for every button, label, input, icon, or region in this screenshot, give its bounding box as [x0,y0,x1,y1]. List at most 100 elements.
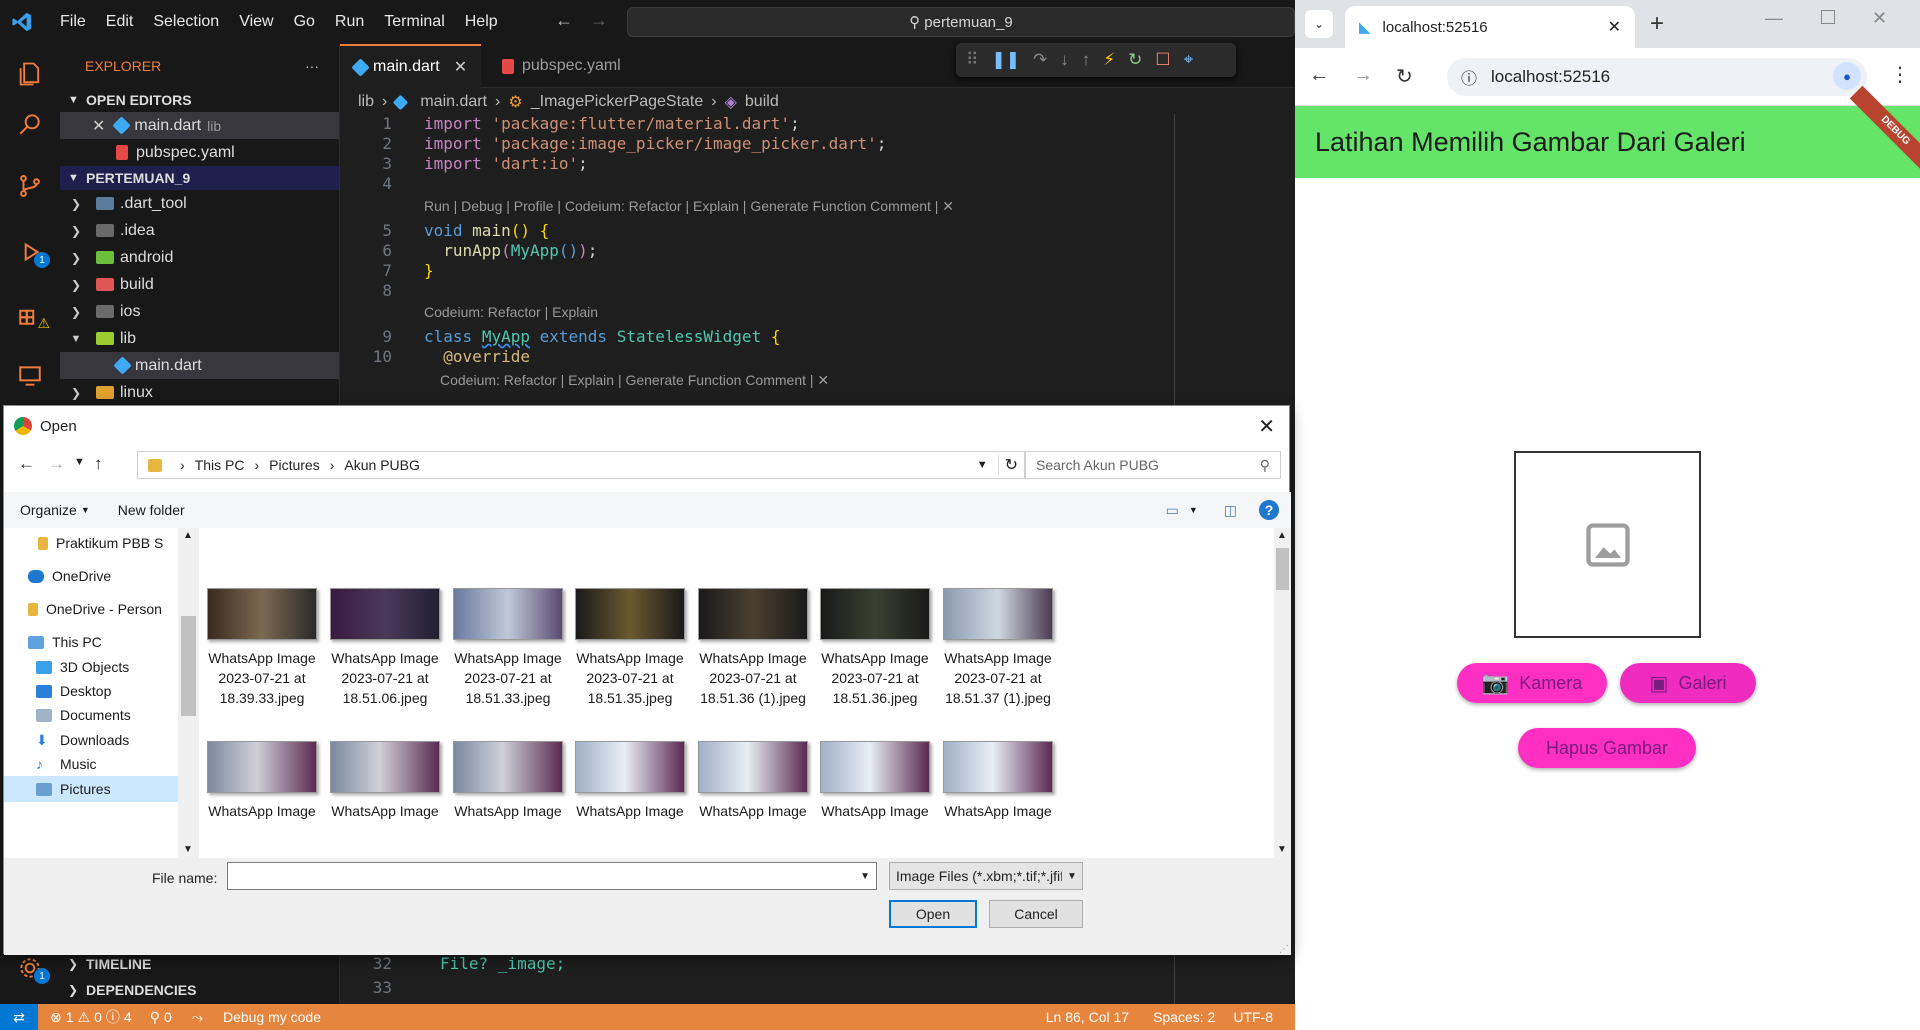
camera-button[interactable]: 📷 Kamera [1457,663,1607,703]
profile-avatar-icon[interactable]: ● [1833,62,1861,90]
breadcrumb-item[interactable]: main.dart [420,93,487,111]
close-icon[interactable]: ✕ [1258,414,1275,439]
tree-folder-android[interactable]: ❯ android [60,244,339,271]
file-item[interactable]: WhatsApp Image [688,741,818,821]
nav-item[interactable]: OneDrive [4,563,179,589]
info-count[interactable]: 4 [124,1009,132,1025]
gallery-button[interactable]: ▣ Galeri [1620,663,1756,703]
nav-scrollbar[interactable]: ▲ ▼ [178,528,199,858]
nav-item[interactable]: 3D Objects [4,654,179,680]
drag-handle-icon[interactable]: ⠿ [966,50,978,70]
nav-back-icon[interactable]: ← [555,10,573,31]
menu-edit[interactable]: Edit [96,13,144,31]
scroll-down-icon[interactable]: ▼ [1277,844,1287,855]
path-segment[interactable]: This PC [195,457,245,473]
close-window-icon[interactable]: ✕ [1872,8,1887,29]
path-segment[interactable]: Pictures [269,457,320,473]
site-info-icon[interactable]: ⓘ [1461,65,1477,89]
extensions-icon[interactable]: ⚠ [12,296,50,332]
file-item[interactable]: WhatsApp Image 2023-07-21 at 18.51.36 (1… [688,588,818,708]
new-tab-icon[interactable]: + [1650,10,1664,38]
scroll-up-icon[interactable]: ▲ [1277,530,1287,541]
devtools-icon[interactable]: ⌖ [1184,50,1194,70]
refresh-icon[interactable]: ↻ [997,455,1018,475]
breadcrumb-item[interactable]: _ImagePickerPageState [531,93,704,111]
file-item[interactable]: WhatsApp Image [443,741,573,821]
menu-view[interactable]: View [229,13,283,31]
code-lens[interactable]: Codeium: Refactor | Explain | Generate F… [440,372,829,389]
open-button[interactable]: Open [889,900,977,928]
chevron-down-icon[interactable]: ▼ [860,871,870,882]
cancel-button[interactable]: Cancel [989,900,1083,928]
menu-file[interactable]: File [50,13,96,31]
breadcrumb-item[interactable]: build [745,93,779,111]
help-button[interactable]: ? [1259,500,1279,520]
view-options-icon[interactable]: ▭ [1166,502,1179,519]
warning-count[interactable]: 0 [94,1009,102,1025]
file-item[interactable]: WhatsApp Image 2023-07-21 at 18.51.33.jp… [443,588,573,708]
chevron-down-icon[interactable]: ▼ [1189,505,1198,515]
tab-main-dart[interactable]: main.dart ✕ [340,44,482,88]
file-item[interactable]: WhatsApp Image [320,741,450,821]
ports-count[interactable]: 0 [164,1009,172,1025]
remote-indicator-icon[interactable]: ⇄ [0,1004,38,1030]
address-path[interactable]: › This PC › Pictures › Akun PUBG ▼ ↻ [137,451,1025,479]
menu-selection[interactable]: Selection [143,13,229,31]
open-editors-section[interactable]: ▼ OPEN EDITORS [60,88,339,112]
tree-folder-dart-tool[interactable]: ❯ .dart_tool [60,190,339,217]
tab-pubspec-yaml[interactable]: pubspec.yaml [488,44,635,88]
pause-icon[interactable]: ❚❚ [991,50,1020,70]
stop-icon[interactable]: ☐ [1155,50,1170,70]
scrollbar-thumb[interactable] [181,616,196,716]
reload-icon[interactable]: ↻ [1396,64,1413,89]
forward-icon[interactable]: → [1353,64,1373,87]
scrollbar-thumb[interactable] [1276,548,1289,590]
new-folder-button[interactable]: New folder [118,502,185,518]
nav-item[interactable]: ♪ Music [4,751,179,777]
nav-item[interactable]: ⬇ Downloads [4,727,179,753]
cursor-position[interactable]: Ln 86, Col 17 [1046,1009,1129,1025]
close-icon[interactable]: ✕ [92,116,105,136]
nav-item[interactable]: Documents [4,702,179,728]
dependencies-section[interactable]: ❯ DEPENDENCIES [60,978,339,1002]
file-item[interactable]: WhatsApp Image [810,741,940,821]
tree-folder-linux[interactable]: ❯ linux [60,379,339,406]
file-item[interactable]: WhatsApp Image 2023-07-21 at 18.39.33.jp… [199,588,327,708]
nav-item[interactable]: OneDrive - Person [4,596,179,622]
debug-config-label[interactable]: Debug my code [223,1009,321,1025]
nav-item-selected[interactable]: Pictures [4,776,179,802]
more-actions-icon[interactable]: ··· [305,58,319,74]
close-tab-icon[interactable]: ✕ [1608,17,1621,37]
file-type-select[interactable]: Image Files (*.xbm;*.tif;*.jfif;*.icc ▼ [889,862,1083,890]
code-lens[interactable]: Codeium: Refactor | Explain [424,304,598,320]
command-center[interactable]: ⚲ pertemuan_9 [627,7,1295,37]
restart-icon[interactable]: ↻ [1128,50,1142,70]
file-item[interactable]: WhatsApp Image [199,741,327,821]
menu-terminal[interactable]: Terminal [374,13,454,31]
indentation[interactable]: Spaces: 2 [1153,1009,1215,1025]
path-segment[interactable]: Akun PUBG [344,457,419,473]
remote-explorer-icon[interactable] [12,358,48,394]
tree-folder-ios[interactable]: ❯ ios [60,298,339,325]
tree-folder-idea[interactable]: ❯ .idea [60,217,339,244]
nav-forward-icon[interactable]: → [590,10,608,31]
breadcrumb-item[interactable]: lib [358,93,374,111]
code-lens[interactable]: Run | Debug | Profile | Codeium: Refacto… [424,198,954,215]
tree-folder-lib[interactable]: ▼ lib [60,325,339,352]
search-box[interactable]: Search Akun PUBG ⚲ [1025,451,1281,479]
open-editor-pubspec[interactable]: pubspec.yaml [60,139,339,166]
scroll-up-icon[interactable]: ▲ [183,530,193,541]
file-list-scrollbar[interactable]: ▲ ▼ [1274,528,1291,858]
forward-icon[interactable]: → [48,454,65,474]
recent-locations-icon[interactable]: ▼ [74,456,85,468]
chrome-tab[interactable]: ◣ localhost:52516 ✕ [1345,6,1635,48]
back-icon[interactable]: ← [1309,64,1329,87]
nav-item[interactable]: This PC [4,629,179,655]
run-debug-icon[interactable]: 1 [12,234,50,270]
scroll-down-icon[interactable]: ▼ [183,844,193,855]
minimize-icon[interactable]: — [1765,8,1783,29]
chevron-down-icon[interactable]: ▼ [977,459,988,471]
nav-item[interactable]: Praktikum PBB S [4,530,179,556]
file-item[interactable]: WhatsApp Image 2023-07-21 at 18.51.36.jp… [810,588,940,708]
hot-reload-icon[interactable]: ⚡ [1103,50,1115,70]
